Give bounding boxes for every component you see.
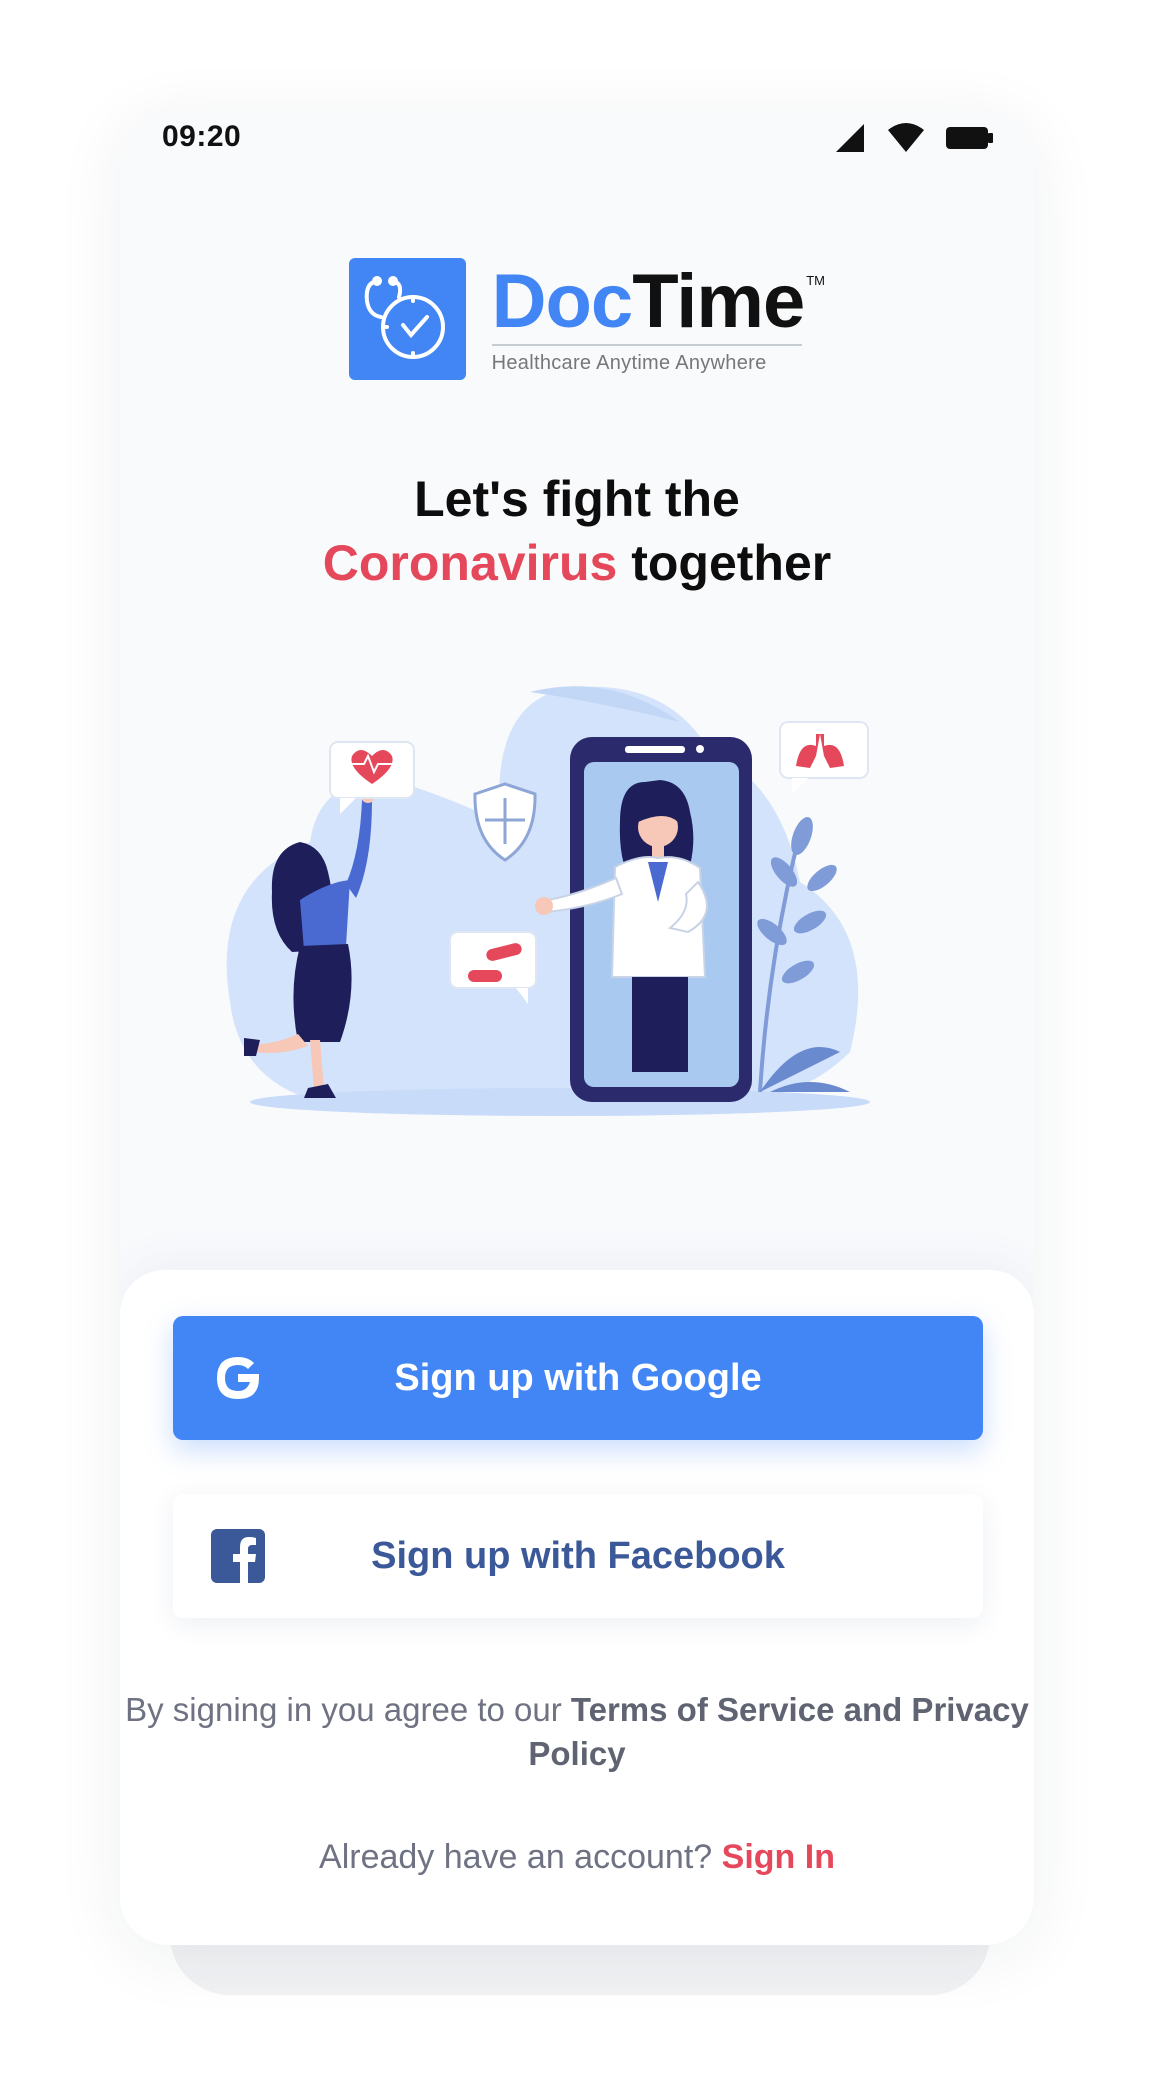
battery-icon <box>946 127 993 149</box>
brand-doc: Doc <box>491 258 634 344</box>
brand-time: Time <box>632 258 805 344</box>
lungs-bubble-icon <box>779 721 869 794</box>
headline-line1: Let's fight the <box>414 471 740 527</box>
logo-wordmark: Doc Time TM Healthcare Anytime Anywhere <box>491 258 825 375</box>
stethoscope-clock-icon <box>349 258 466 380</box>
facebook-signup-label: Sign up with Facebook <box>371 1534 785 1577</box>
phone-screen: 09:20 Doc Time TM Healthcare Anytime Any… <box>120 112 1034 1945</box>
signin-prompt-text: Already have an account? <box>319 1838 713 1876</box>
signup-panel: Sign up with Google Sign up with Faceboo… <box>120 1270 1034 1945</box>
logo-divider <box>491 343 802 346</box>
google-icon <box>211 1351 265 1405</box>
signin-prompt: Already have an account? Sign In <box>120 1838 1034 1877</box>
headline-accent: Coronavirus <box>322 535 618 591</box>
terms-prefix: By signing in you agree to our <box>125 1691 562 1728</box>
facebook-icon <box>211 1529 265 1583</box>
status-bar: 09:20 <box>120 112 1034 174</box>
facebook-signup-button[interactable]: Sign up with Facebook <box>173 1494 983 1618</box>
status-icons <box>834 122 994 154</box>
status-time: 09:20 <box>162 120 242 153</box>
cellular-signal-icon <box>836 124 864 152</box>
terms-link[interactable]: Terms of Service and Privacy Policy <box>528 1691 1028 1772</box>
brand-tagline: Healthcare Anytime Anywhere <box>491 351 767 374</box>
telemedicine-illustration <box>226 686 870 1116</box>
wifi-icon <box>888 123 924 152</box>
signin-link[interactable]: Sign In <box>722 1838 835 1876</box>
google-signup-label: Sign up with Google <box>394 1356 762 1399</box>
terms-notice: By signing in you agree to our Terms of … <box>120 1688 1034 1776</box>
google-signup-button[interactable]: Sign up with Google <box>173 1316 983 1440</box>
headline-line2: together <box>631 535 832 591</box>
trademark-mark: TM <box>806 272 825 288</box>
page-title: Let's fight the Coronavirus together <box>120 467 1034 595</box>
doctime-logo: Doc Time TM Healthcare Anytime Anywhere <box>349 258 825 380</box>
